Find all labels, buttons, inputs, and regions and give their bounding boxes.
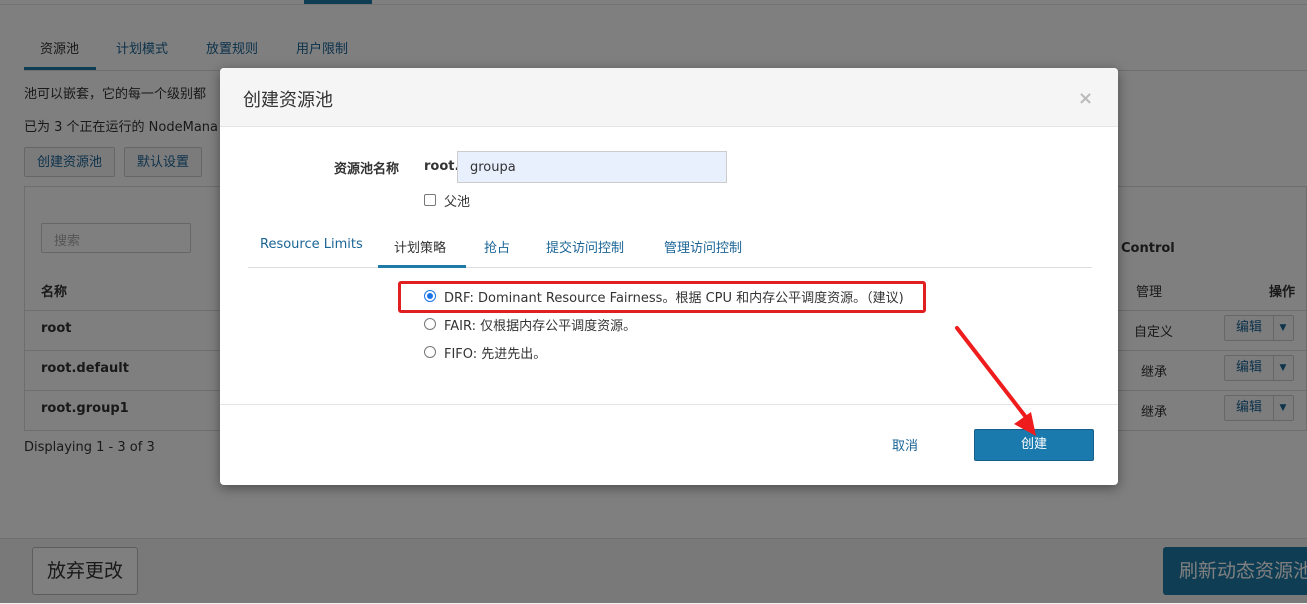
active-tab-indicator bbox=[378, 265, 466, 268]
dialog-title: 创建资源池 bbox=[243, 90, 333, 111]
dialog-footer-divider bbox=[220, 404, 1118, 405]
pool-name-input[interactable] bbox=[457, 151, 727, 183]
tab-scheduling-policy[interactable]: 计划策略 bbox=[394, 237, 446, 256]
annotation-highlight-box bbox=[398, 281, 926, 313]
create-button[interactable]: 创建 bbox=[974, 429, 1094, 461]
tab-resource-limits[interactable]: Resource Limits bbox=[260, 237, 363, 252]
tab-preemption[interactable]: 抢占 bbox=[484, 237, 510, 256]
pool-name-label: 资源池名称 bbox=[334, 162, 400, 177]
tab-submit-access-control[interactable]: 提交访问控制 bbox=[546, 237, 624, 256]
create-pool-dialog: 创建资源池 × 资源池名称 root. 父池 Resource Limits 计… bbox=[220, 68, 1118, 485]
dialog-header bbox=[220, 68, 1118, 127]
policy-fifo-label[interactable]: FIFO: 先进先出。 bbox=[444, 343, 546, 362]
parent-pool-label[interactable]: 父池 bbox=[444, 191, 470, 210]
tab-admin-access-control[interactable]: 管理访问控制 bbox=[664, 237, 742, 256]
policy-fair-radio[interactable] bbox=[424, 318, 436, 330]
pool-name-prefix: root. bbox=[424, 159, 460, 174]
parent-pool-checkbox[interactable] bbox=[424, 194, 436, 206]
cancel-button[interactable]: 取消 bbox=[892, 435, 918, 454]
policy-fair-label[interactable]: FAIR: 仅根据内存公平调度资源。 bbox=[444, 315, 636, 334]
close-icon[interactable]: × bbox=[1078, 88, 1093, 109]
dialog-tabs: Resource Limits 计划策略 抢占 提交访问控制 管理访问控制 bbox=[248, 228, 1092, 268]
policy-fifo-radio[interactable] bbox=[424, 346, 436, 358]
